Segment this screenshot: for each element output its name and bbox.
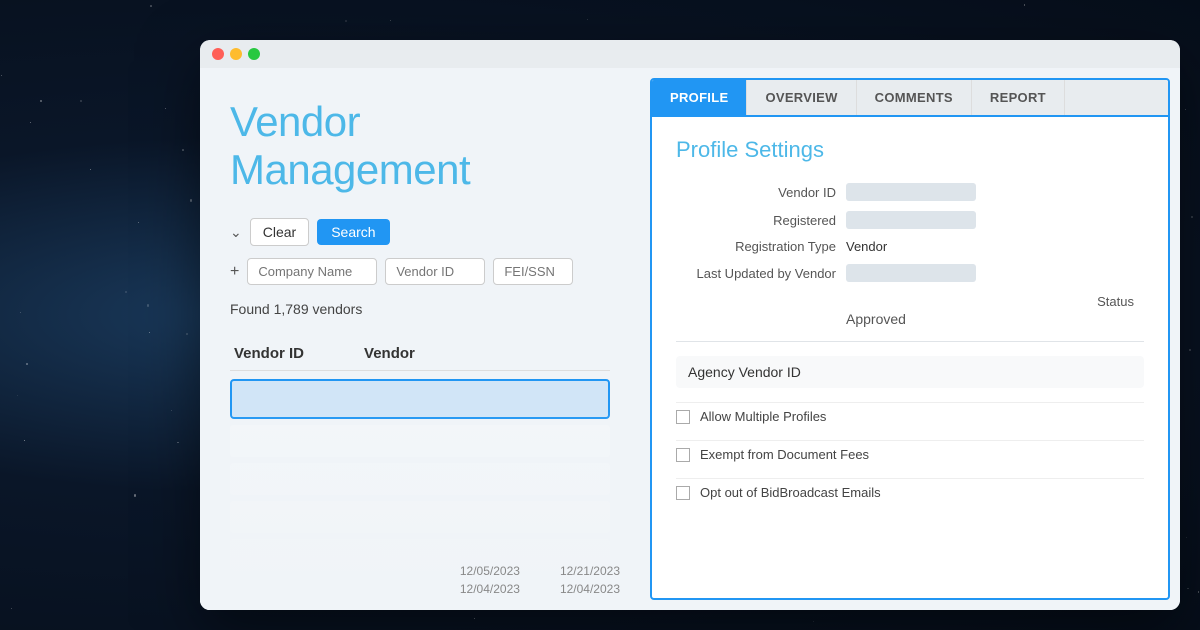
date-row: 12/05/2023 12/21/2023 <box>460 564 620 578</box>
exempt-document-fees-label: Exempt from Document Fees <box>700 447 869 462</box>
date-col2: 12/21/2023 <box>560 564 620 578</box>
registration-type-field: Registration Type Vendor <box>676 239 1144 254</box>
tabs-bar: PROFILE OVERVIEW COMMENTS REPORT <box>652 80 1168 117</box>
agency-vendor-id-field: Agency Vendor ID <box>676 356 1144 388</box>
table-row[interactable] <box>230 425 610 457</box>
allow-multiple-profiles-label: Allow Multiple Profiles <box>700 409 826 424</box>
filter-row: + <box>230 258 610 285</box>
registration-type-label: Registration Type <box>676 239 836 254</box>
registered-value <box>846 211 976 229</box>
tab-comments[interactable]: COMMENTS <box>857 80 972 115</box>
status-value: Approved <box>846 311 1134 327</box>
status-label: Status <box>846 294 1134 309</box>
tab-profile[interactable]: PROFILE <box>652 80 747 115</box>
fei-ssn-input[interactable] <box>493 258 573 285</box>
chevron-down-icon[interactable]: ⌄ <box>230 224 242 241</box>
vendor-id-field: Vendor ID <box>676 183 1144 201</box>
results-count: Found 1,789 vendors <box>230 301 610 317</box>
search-button[interactable]: Search <box>317 219 389 245</box>
date-col2: 12/04/2023 <box>560 582 620 596</box>
opt-out-bidbroadcast-row: Opt out of BidBroadcast Emails <box>676 478 1144 506</box>
browser-titlebar <box>200 40 1180 68</box>
tab-overview[interactable]: OVERVIEW <box>747 80 856 115</box>
tab-report[interactable]: REPORT <box>972 80 1065 115</box>
exempt-document-fees-row: Exempt from Document Fees <box>676 440 1144 468</box>
divider <box>676 341 1144 342</box>
browser-content: Vendor Management ⌄ Clear Search + Found… <box>200 68 1180 610</box>
date-col1: 12/05/2023 <box>460 564 520 578</box>
exempt-document-fees-checkbox[interactable] <box>676 448 690 462</box>
right-panel: PROFILE OVERVIEW COMMENTS REPORT Profile… <box>650 78 1170 600</box>
minimize-button-icon[interactable] <box>230 48 242 60</box>
company-name-input[interactable] <box>247 258 377 285</box>
vendor-id-label: Vendor ID <box>676 185 836 200</box>
status-section: Status Approved <box>676 294 1144 327</box>
left-panel: Vendor Management ⌄ Clear Search + Found… <box>200 68 640 610</box>
profile-settings-title: Profile Settings <box>676 137 1144 163</box>
last-updated-field: Last Updated by Vendor <box>676 264 1144 282</box>
profile-content: Profile Settings Vendor ID Registered Re… <box>652 117 1168 598</box>
opt-out-bidbroadcast-label: Opt out of BidBroadcast Emails <box>700 485 881 500</box>
col-vendor-id: Vendor ID <box>234 345 304 362</box>
page-title: Vendor Management <box>230 98 610 194</box>
search-bar: ⌄ Clear Search <box>230 218 610 246</box>
table-row[interactable] <box>230 463 610 495</box>
browser-window: Vendor Management ⌄ Clear Search + Found… <box>200 40 1180 610</box>
col-vendor: Vendor <box>364 345 415 362</box>
table-row[interactable] <box>230 501 610 533</box>
opt-out-bidbroadcast-checkbox[interactable] <box>676 486 690 500</box>
date-row: 12/04/2023 12/04/2023 <box>460 582 620 596</box>
allow-multiple-profiles-checkbox[interactable] <box>676 410 690 424</box>
table-row-selected[interactable] <box>230 379 610 419</box>
date-col1: 12/04/2023 <box>460 582 520 596</box>
last-updated-label: Last Updated by Vendor <box>676 266 836 281</box>
registered-field: Registered <box>676 211 1144 229</box>
table-header: Vendor ID Vendor <box>230 337 610 371</box>
last-updated-value <box>846 264 976 282</box>
registration-type-value: Vendor <box>846 239 887 254</box>
add-filter-icon[interactable]: + <box>230 263 239 281</box>
date-rows: 12/05/2023 12/21/2023 12/04/2023 12/04/2… <box>460 564 620 600</box>
vendor-id-value <box>846 183 976 201</box>
maximize-button-icon[interactable] <box>248 48 260 60</box>
allow-multiple-profiles-row: Allow Multiple Profiles <box>676 402 1144 430</box>
vendor-id-input[interactable] <box>385 258 485 285</box>
clear-button[interactable]: Clear <box>250 218 309 246</box>
close-button-icon[interactable] <box>212 48 224 60</box>
registered-label: Registered <box>676 213 836 228</box>
